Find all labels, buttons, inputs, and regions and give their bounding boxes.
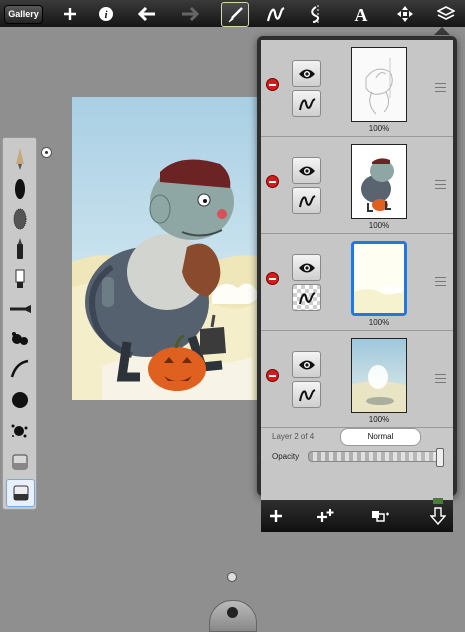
duplicate-layer-icon[interactable] bbox=[315, 506, 337, 526]
layers-panel: 100% 100% 100% 100% bbox=[257, 36, 457, 532]
ballpoint-icon[interactable] bbox=[6, 296, 33, 322]
visibility-eye-icon[interactable] bbox=[292, 254, 321, 281]
symmetry-icon[interactable] bbox=[305, 2, 331, 25]
layer-opacity-label: 100% bbox=[368, 318, 390, 327]
svg-text:A: A bbox=[355, 5, 368, 23]
stroke-icon[interactable] bbox=[263, 2, 289, 25]
layer-opacity-label: 100% bbox=[368, 124, 390, 133]
pencil-icon[interactable] bbox=[6, 146, 33, 172]
normal-blend-icon[interactable] bbox=[292, 90, 321, 117]
hide-interface-button[interactable] bbox=[209, 600, 257, 632]
reorder-grip-icon[interactable] bbox=[435, 83, 446, 92]
layers-list: 100% 100% 100% 100% bbox=[261, 40, 453, 460]
paint-tube-icon[interactable] bbox=[6, 266, 33, 292]
delete-layer-icon[interactable] bbox=[266, 78, 279, 91]
layer-row[interactable]: 100% bbox=[261, 40, 453, 137]
main-toolbar: Gallery i A bbox=[0, 0, 465, 27]
layer-thumbnail-selected[interactable] bbox=[351, 241, 407, 316]
brush-settings-knob[interactable] bbox=[41, 147, 52, 158]
layer-thumbnail[interactable] bbox=[351, 144, 407, 219]
opacity-slider-fill bbox=[309, 452, 440, 461]
undo-icon[interactable] bbox=[135, 2, 161, 25]
reorder-grip-icon[interactable] bbox=[435, 180, 446, 189]
canvas-edge-strip bbox=[433, 498, 443, 504]
toggle-icon bbox=[227, 607, 238, 618]
layer-thumbnail[interactable] bbox=[351, 338, 407, 413]
merge-layer-icon[interactable] bbox=[369, 506, 391, 526]
merge-down-icon[interactable] bbox=[427, 506, 449, 526]
layers-action-bar bbox=[261, 500, 453, 532]
blend-mode-button[interactable]: Normal bbox=[340, 428, 421, 446]
layer-row[interactable]: 100% bbox=[261, 234, 453, 331]
reorder-grip-icon[interactable] bbox=[435, 374, 446, 383]
artwork-illustration bbox=[72, 97, 262, 400]
info-icon[interactable]: i bbox=[93, 2, 119, 25]
layer-thumbnail[interactable] bbox=[351, 47, 407, 122]
layer-opacity-label: 100% bbox=[368, 221, 390, 230]
brush-palette bbox=[2, 137, 37, 510]
drawing-canvas[interactable] bbox=[72, 97, 262, 400]
transparency-icon[interactable] bbox=[292, 284, 321, 311]
gallery-button[interactable]: Gallery bbox=[4, 5, 43, 24]
calligraphy-icon[interactable] bbox=[6, 356, 33, 382]
text-icon[interactable]: A bbox=[348, 2, 374, 25]
layer-row[interactable]: 100% bbox=[261, 331, 453, 428]
delete-layer-icon[interactable] bbox=[266, 369, 279, 382]
reorder-grip-icon[interactable] bbox=[435, 277, 446, 286]
opacity-slider-knob[interactable] bbox=[436, 448, 445, 467]
layer-position-label: Layer 2 of 4 bbox=[272, 432, 315, 441]
splatter-icon[interactable] bbox=[6, 326, 33, 352]
visibility-eye-icon[interactable] bbox=[292, 157, 321, 184]
redo-icon[interactable] bbox=[176, 2, 202, 25]
smudge-icon[interactable] bbox=[6, 479, 35, 507]
visibility-eye-icon[interactable] bbox=[292, 60, 321, 87]
add-icon[interactable] bbox=[57, 2, 83, 25]
transform-icon[interactable] bbox=[392, 2, 418, 25]
layer-row[interactable]: 100% bbox=[261, 137, 453, 234]
layers-icon[interactable] bbox=[433, 2, 459, 25]
layer-properties bbox=[261, 460, 453, 500]
speckle-brush-icon[interactable] bbox=[6, 418, 33, 444]
brush-icon[interactable] bbox=[221, 2, 249, 27]
opacity-slider[interactable] bbox=[308, 448, 445, 467]
opacity-label: Opacity bbox=[272, 452, 300, 461]
paintbrush-icon[interactable] bbox=[6, 387, 33, 413]
delete-layer-icon[interactable] bbox=[266, 272, 279, 285]
layer-opacity-label: 100% bbox=[368, 415, 390, 424]
normal-blend-icon[interactable] bbox=[292, 381, 321, 408]
marker-icon[interactable] bbox=[6, 236, 33, 262]
airbrush-icon[interactable] bbox=[6, 176, 33, 202]
canvas-scroll-knob[interactable] bbox=[227, 572, 237, 582]
delete-layer-icon[interactable] bbox=[266, 175, 279, 188]
visibility-eye-icon[interactable] bbox=[292, 351, 321, 378]
add-layer-icon[interactable] bbox=[265, 506, 287, 526]
hard-airbrush-icon[interactable] bbox=[6, 206, 33, 232]
eraser-icon[interactable] bbox=[6, 449, 33, 475]
layers-popover-caret bbox=[434, 27, 450, 35]
normal-blend-icon[interactable] bbox=[292, 187, 321, 214]
